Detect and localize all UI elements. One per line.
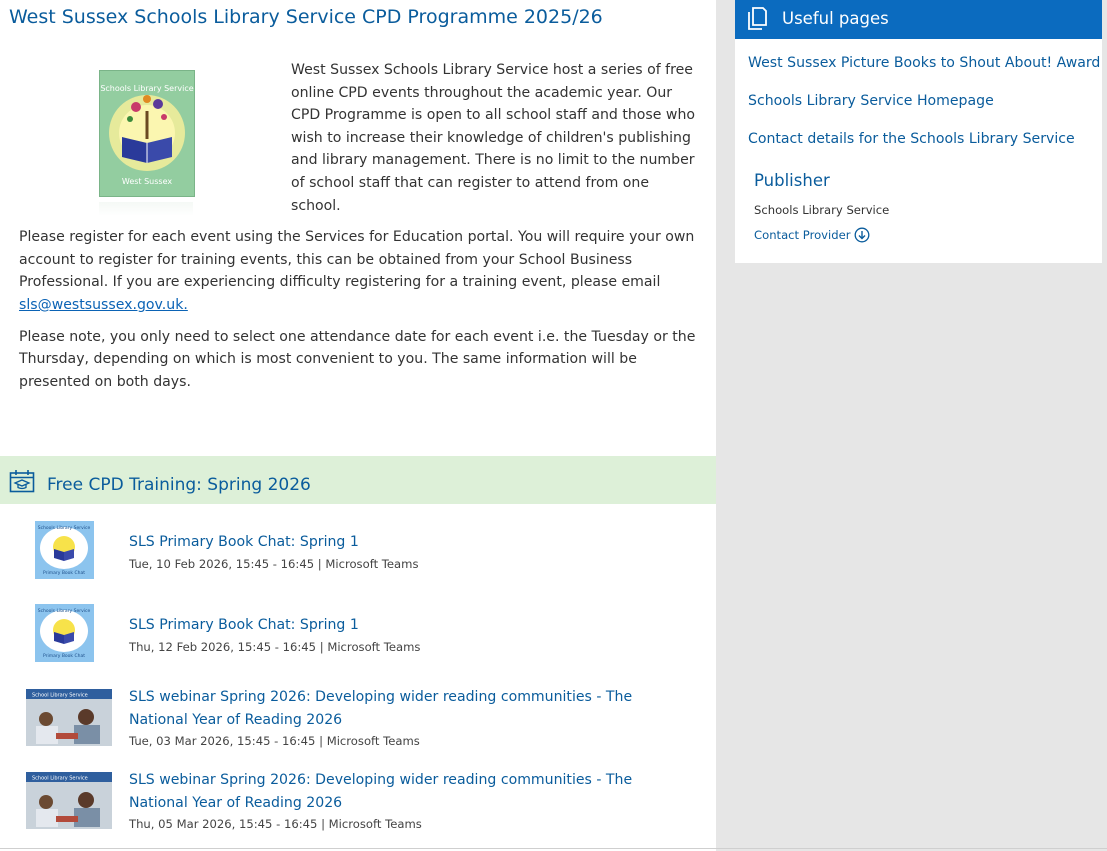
document-icon [748,7,767,30]
logo-top-text: Schools Library Service [100,84,193,93]
cpd-section-header: Free CPD Training: Spring 2026 [0,456,716,504]
intro-section: Schools Library Service West Sussex West… [19,59,702,402]
event-item[interactable]: Schools Library Service Primary Book Cha… [0,604,716,666]
logo-bottom-text: West Sussex [122,177,172,186]
event-item[interactable]: School Library Service SLS webinar Sprin… [0,689,716,759]
webinar-photo-thumbnail[interactable]: School Library Service [26,689,112,746]
event-title-link[interactable]: SLS webinar Spring 2026: Developing wide… [129,686,689,731]
event-item[interactable]: Schools Library Service Primary Book Cha… [0,521,716,583]
svg-text:Primary Book Chat: Primary Book Chat [43,653,85,659]
useful-pages-title: Useful pages [782,9,889,28]
intro-paragraph-3: Please note, you only need to select one… [19,328,696,390]
sls-logo: Schools Library Service West Sussex [19,59,291,221]
page-bottom-divider [0,848,1107,849]
cpd-section-title: Free CPD Training: Spring 2026 [47,475,311,495]
link-sls-homepage[interactable]: Schools Library Service Homepage [748,93,994,109]
webinar-photo-thumbnail[interactable]: School Library Service [26,772,112,829]
useful-pages-panel: Useful pages West Sussex Picture Books t… [735,0,1102,263]
main-content: West Sussex Schools Library Service CPD … [0,0,716,851]
sls-logo-graphic: Schools Library Service West Sussex [100,84,193,186]
intro-paragraph-2-text: Please register for each event using the… [19,229,695,291]
link-sls-contact-details[interactable]: Contact details for the Schools Library … [748,131,1075,147]
svg-text:School Library Service: School Library Service [32,776,88,782]
svg-text:Primary Book Chat: Primary Book Chat [43,570,85,576]
publisher-name: Schools Library Service [754,203,890,217]
event-title-link[interactable]: SLS Primary Book Chat: Spring 1 [129,531,689,554]
event-meta: Thu, 12 Feb 2026, 15:45 - 16:45 | Micros… [129,640,421,654]
arrow-down-circle-icon [854,227,869,243]
svg-text:Schools Library Service: Schools Library Service [38,525,91,531]
page-title: West Sussex Schools Library Service CPD … [9,6,603,28]
event-meta: Tue, 10 Feb 2026, 15:45 - 16:45 | Micros… [129,557,419,571]
event-meta: Tue, 03 Mar 2026, 15:45 - 16:45 | Micros… [129,734,420,748]
contact-provider-button[interactable]: Contact Provider [754,227,870,243]
intro-paragraph-2: Please register for each event using the… [19,226,702,316]
email-link[interactable]: sls@westsussex.gov.uk. [19,297,188,313]
book-chat-thumbnail[interactable]: Schools Library Service Primary Book Cha… [35,521,94,579]
publisher-heading: Publisher [754,171,830,190]
calendar-graduation-icon [9,470,35,493]
svg-text:Schools Library Service: Schools Library Service [38,608,91,614]
contact-provider-label: Contact Provider [754,228,851,242]
event-title-link[interactable]: SLS Primary Book Chat: Spring 1 [129,614,689,637]
svg-text:School Library Service: School Library Service [32,693,88,699]
book-chat-thumbnail[interactable]: Schools Library Service Primary Book Cha… [35,604,94,662]
link-picture-books-award[interactable]: West Sussex Picture Books to Shout About… [748,55,1100,71]
event-title-link[interactable]: SLS webinar Spring 2026: Developing wide… [129,769,689,814]
event-meta: Thu, 05 Mar 2026, 15:45 - 16:45 | Micros… [129,817,422,831]
event-item[interactable]: School Library Service SLS webinar Sprin… [0,772,716,842]
useful-pages-header: Useful pages [735,0,1102,39]
